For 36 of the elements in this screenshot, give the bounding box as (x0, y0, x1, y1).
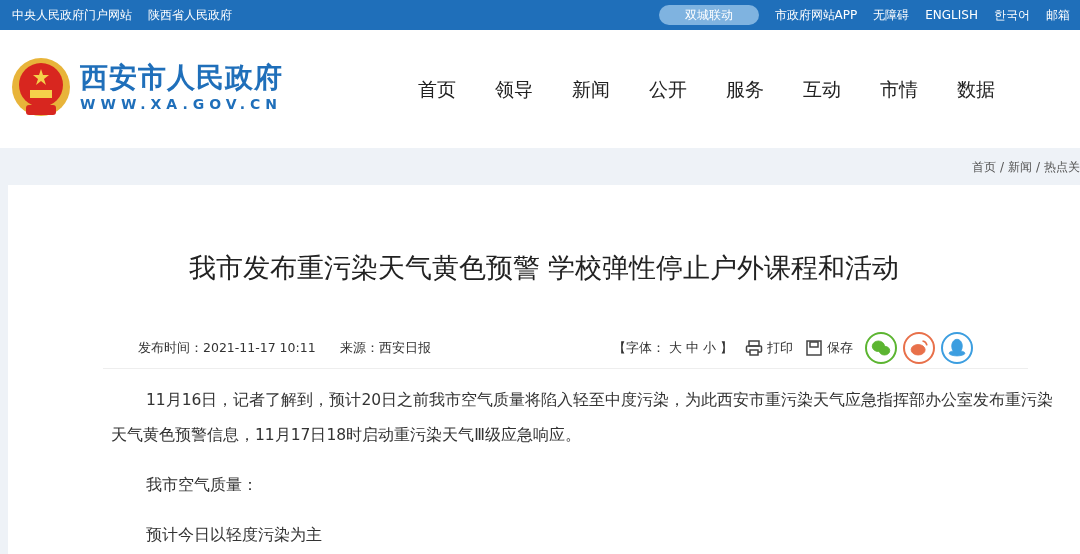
article-paragraph: 预计今日以轻度污染为主 (145, 524, 323, 546)
nav-link-item[interactable]: 首页 (418, 74, 456, 104)
font-size-label: 【字体： (613, 338, 665, 357)
breadcrumb-separator: / (999, 158, 1004, 176)
top-link[interactable]: 한국어 (994, 6, 1030, 24)
article-paragraph: 我市空气质量： (145, 474, 259, 496)
site-name: 西安市人民政府 (80, 63, 283, 94)
article-paragraph: 11月16日，记者了解到，预计20日之前我市空气质量将陷入轻至中度污染，为此西安市重污染天气应急指挥部办公室发布重污染天气黄色预警信息，11月17日18时启动重污染天气Ⅲ级应急响应。 (111, 389, 1055, 446)
nav-link-item[interactable]: 数据 (957, 74, 995, 104)
top-link[interactable]: 无障碍 (873, 6, 910, 24)
font-size-link[interactable]: 中 (686, 338, 699, 358)
nav-link-item[interactable]: 公开 (649, 74, 687, 104)
nav-link-item[interactable]: 新闻 (572, 74, 610, 104)
font-size-link[interactable]: 大 (669, 338, 682, 358)
print-link[interactable]: 打印 (745, 338, 793, 358)
site-url: WWW.XA.GOV.CN (80, 94, 283, 114)
printer-icon (745, 339, 763, 357)
font-size-bracket: 】 (720, 338, 733, 357)
top-link[interactable]: 市政府网站APP (774, 6, 858, 24)
top-link[interactable]: 陕西省人民政府 (148, 6, 232, 24)
publish-time: 发布时间：2021-11-17 10:11 (138, 338, 316, 357)
nav-link-item[interactable]: 互动 (803, 74, 841, 104)
article-source: 来源：西安日报 (339, 338, 431, 357)
top-link[interactable]: 中央人民政府门户网站 (12, 6, 132, 24)
nav-link-item[interactable]: 服务 (726, 74, 764, 104)
save-link[interactable]: 保存 (805, 338, 853, 358)
nav-link-item[interactable]: 市情 (880, 74, 918, 104)
breadcrumb-separator: / (1035, 158, 1040, 176)
nav-link-item[interactable]: 领导 (495, 74, 533, 104)
top-link[interactable]: 邮箱 (1046, 6, 1070, 24)
breadcrumb-link[interactable]: 新闻 (1007, 157, 1032, 176)
font-size-link[interactable]: 小 (703, 338, 716, 358)
breadcrumb-link[interactable]: 热点关 (1044, 157, 1080, 176)
article-title: 我市发布重污染天气黄色预警 学校弹性停止户外课程和活动 (187, 251, 901, 285)
top-link[interactable]: ENGLISH (925, 6, 978, 24)
breadcrumb-link[interactable]: 首页 (971, 157, 996, 176)
